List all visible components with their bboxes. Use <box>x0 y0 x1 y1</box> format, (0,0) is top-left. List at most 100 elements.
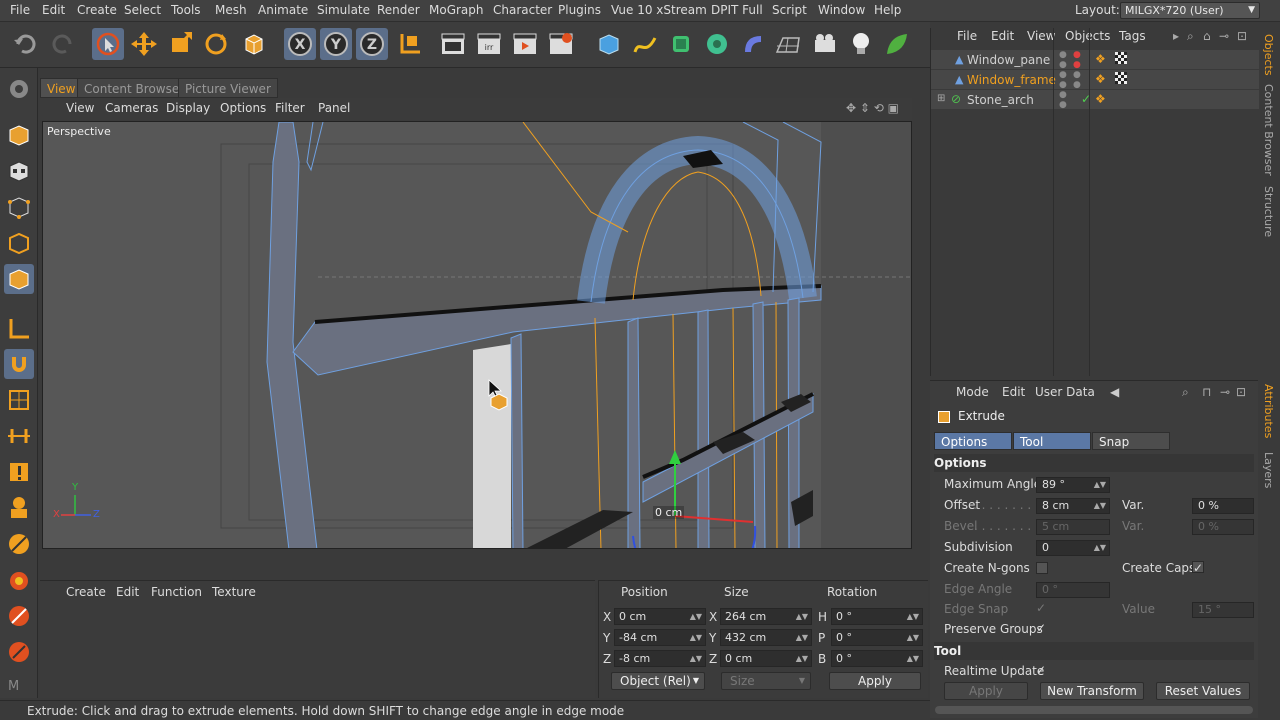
undo-button[interactable] <box>10 28 42 60</box>
menu-mesh[interactable]: Mesh <box>215 3 247 17</box>
x-axis-lock-button[interactable]: X <box>284 28 316 60</box>
tab-picture-viewer[interactable]: Picture Viewer <box>178 78 278 98</box>
menu-script[interactable]: Script <box>772 3 807 17</box>
floor-button[interactable] <box>773 28 805 60</box>
visibility-dots-icon[interactable]: ● ● <box>1059 50 1067 70</box>
cube-button[interactable] <box>593 28 625 60</box>
menu-simulate[interactable]: Simulate <box>317 3 370 17</box>
render-region-button[interactable]: irr <box>473 28 505 60</box>
menu-dpit[interactable]: DPIT Full <box>711 3 763 17</box>
environment-button[interactable] <box>881 28 913 60</box>
spinner-icon[interactable]: ▲▼ <box>796 651 808 666</box>
viewport-menu-panel[interactable]: Panel <box>318 101 350 115</box>
subdivision-button[interactable] <box>665 28 697 60</box>
size-mode-select[interactable]: Size ▼ <box>721 672 811 690</box>
max-angle-field[interactable]: 89 ° ▲▼ <box>1036 477 1110 493</box>
bodypaint-button[interactable] <box>4 601 34 631</box>
object-row-window-frame[interactable]: ▲ Window_frame ● ● ● ● ❖ <box>931 70 1259 90</box>
tab-tool[interactable]: Tool <box>1013 432 1091 450</box>
subdivision-field[interactable]: 0 ▲▼ <box>1036 540 1110 556</box>
menu-window[interactable]: Window <box>818 3 865 17</box>
texture-mode-button[interactable] <box>4 156 34 186</box>
preserve-groups-checkbox[interactable]: ✓ <box>1036 622 1048 634</box>
deformer-button[interactable] <box>737 28 769 60</box>
mat-menu-texture[interactable]: Texture <box>212 585 256 599</box>
phong-tag-icon[interactable]: ❖ <box>1095 72 1106 86</box>
paint-button[interactable] <box>4 565 34 595</box>
menu-plugins[interactable]: Plugins <box>558 3 601 17</box>
menu-edit[interactable]: Edit <box>42 3 65 17</box>
z-axis-lock-button[interactable]: Z <box>356 28 388 60</box>
menu-select[interactable]: Select <box>124 3 161 17</box>
attr-menu-user-data[interactable]: User Data <box>1035 385 1095 399</box>
menu-render[interactable]: Render <box>377 3 420 17</box>
spinner-icon[interactable]: ▲▼ <box>1094 541 1106 555</box>
side-tab-objects[interactable]: Objects <box>1262 34 1275 76</box>
tab-options[interactable]: Options <box>934 432 1012 450</box>
rotate-tool-button[interactable] <box>200 28 232 60</box>
coordinate-system-button[interactable] <box>393 28 425 60</box>
viewport-menu-display[interactable]: Display <box>166 101 210 115</box>
menu-tools[interactable]: Tools <box>171 3 201 17</box>
rot-b-field[interactable]: 0 ° ▲▼ <box>831 650 923 667</box>
pos-y-field[interactable]: -84 cm ▲▼ <box>614 629 706 646</box>
side-tab-content-browser[interactable]: Content Browser <box>1262 84 1275 176</box>
rot-p-field[interactable]: 0 ° ▲▼ <box>831 629 923 646</box>
object-row-window-pane[interactable]: ▲ Window_pane ● ● ● ● ❖ <box>931 50 1259 70</box>
attr-search-icon[interactable]: ⌕ <box>1182 385 1189 400</box>
spinner-icon[interactable]: ▲▼ <box>796 609 808 624</box>
value-field[interactable]: 15 ° <box>1192 602 1254 618</box>
workplane-button[interactable] <box>4 385 34 415</box>
om-menu-view[interactable]: View <box>1027 29 1055 43</box>
visibility-dots-icon[interactable]: ● ● <box>1059 90 1067 110</box>
pos-z-field[interactable]: -8 cm ▲▼ <box>614 650 706 667</box>
make-editable-button[interactable] <box>4 74 34 104</box>
om-menu-tags[interactable]: Tags <box>1119 29 1146 43</box>
layout-select[interactable]: MILGX*720 (User) ▼ <box>1120 2 1260 19</box>
render-settings-button[interactable] <box>545 28 577 60</box>
edges-mode-button[interactable] <box>4 228 34 258</box>
size-y-field[interactable]: 432 cm ▲▼ <box>720 629 812 646</box>
menu-mograph[interactable]: MoGraph <box>429 3 484 17</box>
om-link-icon[interactable]: ⊸ <box>1219 29 1229 43</box>
edge-snap-checkbox[interactable]: ✓ <box>1036 602 1048 614</box>
spinner-icon[interactable]: ▲▼ <box>907 630 919 645</box>
side-tab-layers[interactable]: Layers <box>1262 452 1275 488</box>
tab-content-browser[interactable]: Content Browser <box>77 78 192 98</box>
spinner-icon[interactable]: ▲▼ <box>690 630 702 645</box>
live-selection-button[interactable] <box>92 28 124 60</box>
phong-tag-icon[interactable]: ❖ <box>1095 52 1106 66</box>
bevel-field[interactable]: 5 cm <box>1036 519 1110 535</box>
attr-menu-edit[interactable]: Edit <box>1002 385 1025 399</box>
light-button[interactable] <box>845 28 877 60</box>
spinner-icon[interactable]: ▲▼ <box>1094 499 1106 513</box>
move-tool-button[interactable] <box>128 28 160 60</box>
material-tag-icon[interactable] <box>1115 72 1127 84</box>
snap-button[interactable] <box>4 349 34 379</box>
scale-tool-button[interactable] <box>164 28 196 60</box>
warning-button[interactable] <box>4 457 34 487</box>
size-x-field[interactable]: 264 cm ▲▼ <box>720 608 812 625</box>
create-caps-checkbox[interactable]: ✓ <box>1192 561 1204 574</box>
spinner-icon[interactable]: ▲▼ <box>1094 478 1106 492</box>
coordinate-mode-select[interactable]: Object (Rel) ▼ <box>611 672 705 690</box>
spinner-icon[interactable]: ▲▼ <box>796 630 808 645</box>
mat-menu-create[interactable]: Create <box>66 585 106 599</box>
offset-var-field[interactable]: 0 % <box>1192 498 1254 514</box>
object-row-stone-arch[interactable]: ⊞ ⊘ Stone_arch ● ● ✓ ❖ <box>931 90 1259 110</box>
camera-button[interactable] <box>809 28 841 60</box>
apply-button[interactable]: Apply <box>944 682 1028 700</box>
menu-animate[interactable]: Animate <box>258 3 308 17</box>
character-button[interactable] <box>4 493 34 523</box>
spinner-icon[interactable]: ▲▼ <box>690 609 702 624</box>
symmetry-button[interactable] <box>4 421 34 451</box>
array-button[interactable] <box>701 28 733 60</box>
realtime-update-checkbox[interactable]: ✓ <box>1036 664 1048 676</box>
offset-field[interactable]: 8 cm ▲▼ <box>1036 498 1110 514</box>
coordinate-apply-button[interactable]: Apply <box>829 672 921 690</box>
viewport-menu-cameras[interactable]: Cameras <box>105 101 158 115</box>
pos-x-field[interactable]: 0 cm ▲▼ <box>614 608 706 625</box>
spinner-icon[interactable]: ▲▼ <box>690 651 702 666</box>
om-home-icon[interactable]: ⌂ <box>1203 29 1211 43</box>
tab-snap-settings[interactable]: Snap Settings <box>1092 432 1170 467</box>
